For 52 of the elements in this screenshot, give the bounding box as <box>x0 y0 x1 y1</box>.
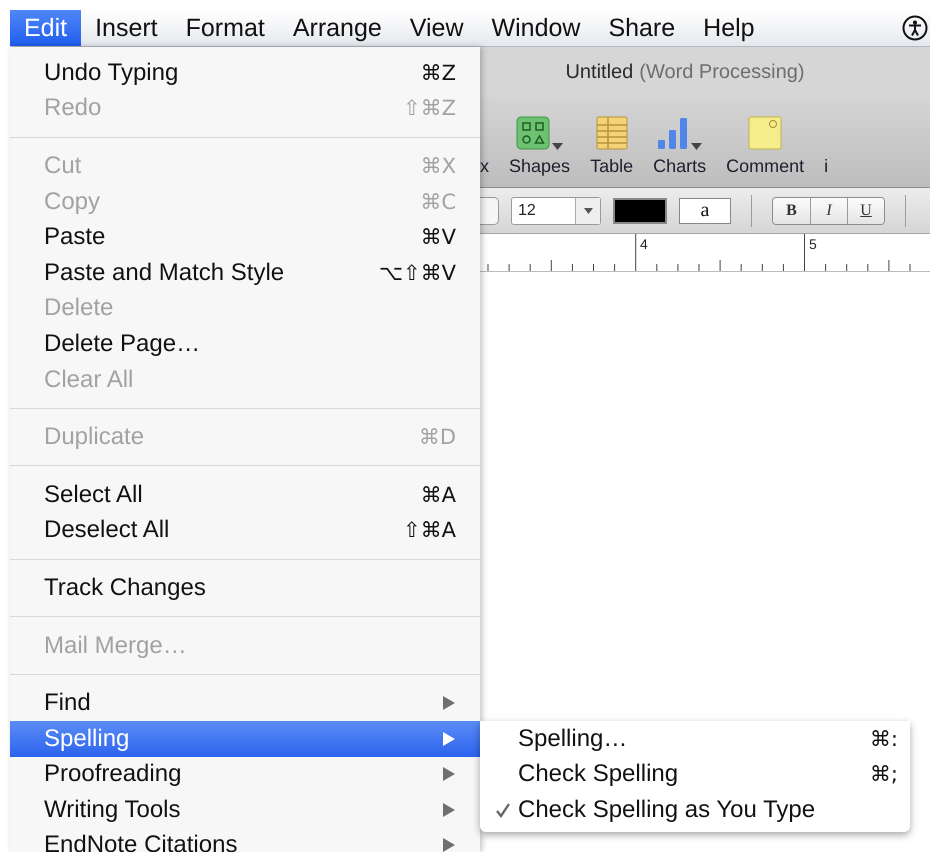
stepper[interactable] <box>480 196 499 224</box>
toolbar-button[interactable]: Shapes <box>509 156 570 177</box>
ruler-number: 4 <box>640 236 648 252</box>
menu-item[interactable]: Check Spelling as You Type <box>480 792 910 828</box>
menu-bar-item[interactable]: Window <box>478 10 594 46</box>
menu-item[interactable]: Select All ⌘A <box>10 476 480 513</box>
menu-bar-item[interactable]: Insert <box>81 10 172 46</box>
submenu-arrow-icon <box>442 802 456 818</box>
bar-chart-icon <box>657 116 690 150</box>
menu-item[interactable]: Proofreading <box>10 756 480 792</box>
toolbar-button[interactable]: Table <box>590 156 634 177</box>
shapes-icon <box>516 116 550 150</box>
table-icon <box>596 116 628 150</box>
caret-icon <box>552 143 564 150</box>
menu-item[interactable]: Spelling <box>10 720 480 756</box>
document-type: (Word Processing) <box>639 60 805 84</box>
menu-bar-item[interactable]: Edit <box>10 10 82 46</box>
submenu-arrow-icon <box>442 730 456 747</box>
window-title: Untitled <box>565 60 634 84</box>
menu-bar-item[interactable]: Format <box>172 10 279 46</box>
toolbar-button[interactable]: i <box>824 156 828 177</box>
menu-bar-item[interactable]: View <box>396 10 478 46</box>
text-style-button[interactable]: U <box>847 198 884 224</box>
menu-bar-item[interactable]: Help <box>689 10 769 46</box>
menu-item[interactable]: Undo Typing ⌘Z <box>10 55 480 91</box>
submenu-arrow-icon <box>442 695 456 712</box>
toolbar-button[interactable]: Comment <box>726 156 804 177</box>
menu-item[interactable]: Paste and Match Style ⌥⇧⌘V <box>10 254 480 291</box>
text-color-button[interactable]: a <box>679 198 731 224</box>
text-style-button[interactable]: B <box>773 198 810 224</box>
ruler-number: 5 <box>809 236 817 252</box>
color-well[interactable] <box>613 198 667 224</box>
menu-item[interactable]: Spelling… ⌘: <box>480 720 910 756</box>
menu-item[interactable]: Find <box>10 685 480 721</box>
menu-item[interactable]: Check Spelling ⌘; <box>480 756 910 792</box>
sticky-note-icon <box>748 116 782 150</box>
text-style-button[interactable]: I <box>810 198 847 224</box>
toolbar-button[interactable]: Charts <box>653 156 706 177</box>
caret-icon <box>691 143 702 150</box>
menu-item[interactable]: Track Changes <box>10 570 480 606</box>
menu-bar-item[interactable]: Arrange <box>278 10 396 46</box>
font-size-field[interactable]: 12 <box>511 196 601 224</box>
menu-item[interactable]: Paste ⌘V <box>10 219 480 255</box>
toolbar-button[interactable]: x <box>480 156 489 177</box>
menu-item[interactable]: Delete Page… <box>10 326 480 362</box>
menu-bar-item[interactable]: Share <box>594 10 690 46</box>
accessibility-icon[interactable] <box>902 15 928 41</box>
menu-item[interactable]: Deselect All ⇧⌘A <box>10 512 480 548</box>
submenu-arrow-icon <box>442 766 456 782</box>
caret-icon <box>584 208 592 214</box>
menu-item[interactable]: Writing Tools <box>10 792 480 828</box>
submenu-arrow-icon <box>442 837 456 852</box>
